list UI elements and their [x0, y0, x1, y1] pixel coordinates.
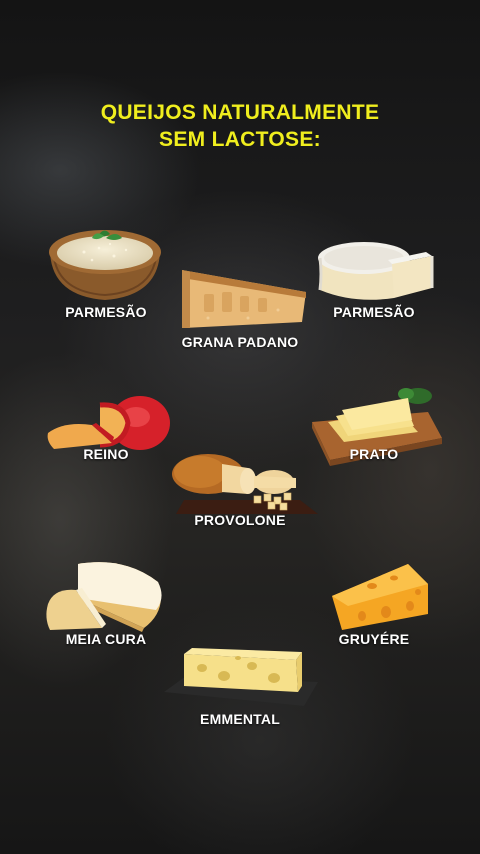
emmental-block-icon [162, 646, 320, 708]
cheese-label-grana-padano: GRANA PADANO [181, 334, 299, 350]
cheese-label-gruyere: GRUYÉRE [338, 631, 410, 647]
gruyere-wedge-icon [328, 562, 432, 632]
provolone-icon [170, 450, 320, 516]
page-title: QUEIJOS NATURALMENTE SEM LACTOSE: [0, 99, 480, 153]
cheese-label-prato: PRATO [349, 446, 399, 462]
cheese-label-reino: REINO [83, 446, 129, 462]
cheese-label-parmesao-1: PARMESÃO [65, 304, 147, 320]
parmesan-round-icon [314, 234, 438, 306]
meia-cura-icon [44, 558, 168, 634]
title-line-2: SEM LACTOSE: [159, 128, 321, 151]
cheese-label-meia-cura: MEIA CURA [65, 631, 147, 647]
infographic: QUEIJOS NATURALMENTE SEM LACTOSE: PARMES… [0, 0, 480, 854]
grana-padano-wedge-icon [178, 262, 310, 332]
cheese-label-parmesao-2: PARMESÃO [333, 304, 415, 320]
cheese-label-emmental: EMMENTAL [200, 711, 280, 727]
cheese-label-provolone: PROVOLONE [194, 512, 286, 528]
title-line-1: QUEIJOS NATURALMENTE [100, 101, 380, 124]
grated-parmesan-bowl-icon [44, 222, 166, 304]
